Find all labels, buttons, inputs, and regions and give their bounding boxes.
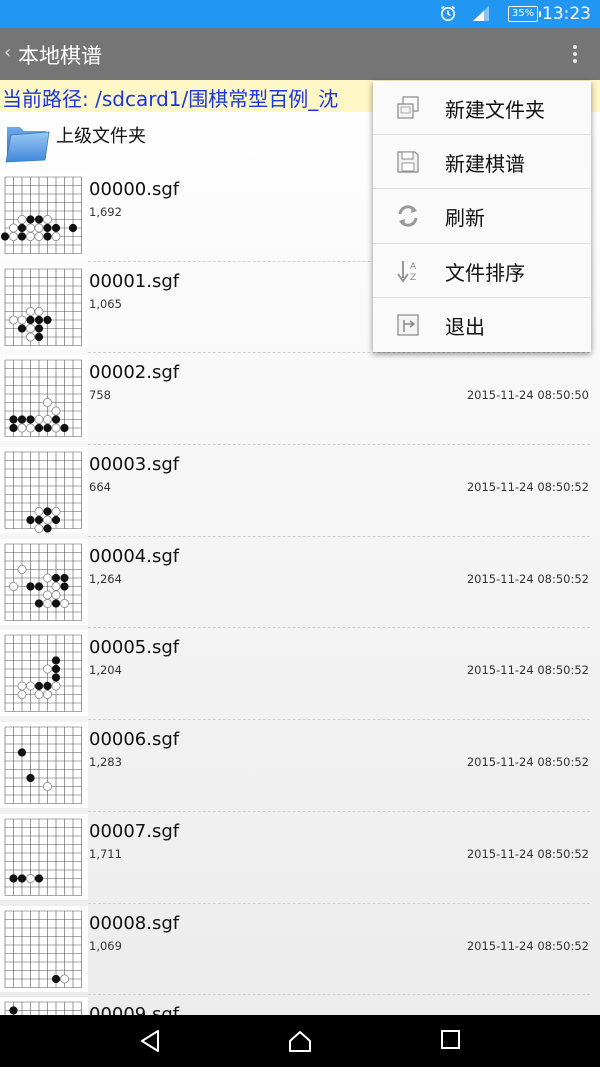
file-row[interactable]: 00009.sgf	[0, 995, 600, 1015]
file-size: 1,204	[89, 663, 122, 678]
menu-item-refresh[interactable]: 刷新	[373, 189, 591, 244]
go-board-thumbnail	[0, 813, 88, 900]
battery-icon: 35%	[508, 6, 541, 22]
go-board-thumbnail	[0, 263, 88, 350]
go-board-thumbnail	[0, 905, 88, 992]
file-name: 00000.sgf	[89, 179, 180, 200]
menu-item-sort[interactable]: AZ 文件排序	[373, 244, 591, 298]
file-name: 00003.sgf	[89, 454, 180, 476]
go-board-thumbnail	[0, 630, 88, 717]
current-path-text: 当前路径: /sdcard1/围棋常型百例_沈	[2, 87, 339, 111]
page-title[interactable]: 本地棋谱	[18, 40, 102, 70]
overflow-menu: 新建文件夹 新建棋谱 刷新 AZ 文件排序 退出	[373, 81, 591, 352]
file-size: 1,692	[89, 205, 122, 219]
menu-item-label: 退出	[445, 314, 485, 339]
menu-item-new-folder[interactable]: 新建文件夹	[373, 81, 591, 136]
status-time: 13:23	[542, 4, 591, 24]
chevron-left-icon[interactable]: ‹	[4, 42, 11, 63]
menu-item-label: 文件排序	[445, 260, 525, 285]
parent-folder-label: 上级文件夹	[56, 126, 146, 147]
menu-item-label: 新建棋谱	[445, 152, 525, 177]
menu-item-new-record[interactable]: 新建棋谱	[373, 135, 591, 190]
file-name: 00009.sgf	[89, 1004, 180, 1015]
status-bar: 35% 13:23	[0, 0, 600, 28]
back-triangle-icon[interactable]	[139, 1029, 161, 1057]
file-date: 2015-11-24 08:50:52	[466, 846, 589, 861]
file-row[interactable]: 00002.sgf 758 2015-11-24 08:50:50	[0, 353, 600, 446]
file-size: 1,264	[89, 571, 122, 586]
go-board-thumbnail	[0, 997, 88, 1015]
new-record-icon	[395, 149, 421, 175]
file-size: 1,065	[89, 296, 122, 311]
recents-icon[interactable]	[440, 1029, 462, 1055]
go-board-thumbnail	[0, 172, 88, 258]
file-row[interactable]: 00006.sgf 1,283 2015-11-24 08:50:52	[0, 720, 600, 812]
go-board-thumbnail	[0, 538, 88, 625]
file-name: 00002.sgf	[89, 362, 180, 384]
menu-item-exit[interactable]: 退出	[373, 298, 591, 352]
file-size: 664	[89, 480, 111, 495]
file-name: 00001.sgf	[89, 270, 180, 292]
svg-text:Z: Z	[410, 273, 416, 283]
go-board-thumbnail	[0, 447, 88, 534]
file-row[interactable]: 00004.sgf 1,264 2015-11-24 08:50:52	[0, 537, 600, 629]
refresh-icon	[395, 203, 421, 229]
file-size: 1,283	[89, 755, 122, 770]
navigation-bar	[0, 1015, 600, 1067]
menu-item-label: 刷新	[445, 206, 485, 231]
go-board-thumbnail	[0, 722, 88, 809]
new-folder-icon	[395, 95, 421, 121]
file-date: 2015-11-24 08:50:52	[466, 480, 589, 495]
app-bar: ‹ 本地棋谱	[0, 28, 600, 80]
file-name: 00006.sgf	[89, 729, 180, 751]
menu-item-label: 新建文件夹	[445, 98, 545, 122]
sort-icon: AZ	[395, 258, 421, 284]
file-row[interactable]: 00007.sgf 1,711 2015-11-24 08:50:52	[0, 812, 600, 904]
file-size: 758	[89, 388, 111, 403]
file-name: 00005.sgf	[89, 637, 180, 659]
file-row[interactable]: 00003.sgf 664 2015-11-24 08:50:52	[0, 445, 600, 537]
file-name: 00004.sgf	[89, 545, 180, 567]
go-board-thumbnail	[0, 355, 88, 442]
file-name: 00008.sgf	[89, 912, 180, 934]
file-date: 2015-11-24 08:50:50	[466, 388, 589, 403]
folder-icon	[4, 118, 50, 164]
file-date: 2015-11-24 08:50:52	[466, 571, 589, 586]
exit-icon	[395, 312, 421, 338]
file-date: 2015-11-24 08:50:52	[466, 663, 589, 678]
file-size: 1,711	[89, 846, 122, 861]
signal-icon	[472, 5, 490, 26]
file-name: 00007.sgf	[89, 820, 180, 842]
svg-text:A: A	[410, 262, 417, 272]
alarm-icon	[439, 4, 457, 26]
file-date: 2015-11-24 08:50:52	[466, 755, 589, 770]
more-vert-icon[interactable]	[572, 45, 578, 63]
file-row[interactable]: 00008.sgf 1,069 2015-11-24 08:50:52	[0, 904, 600, 996]
file-date: 2015-11-24 08:50:52	[466, 938, 589, 953]
file-row[interactable]: 00005.sgf 1,204 2015-11-24 08:50:52	[0, 628, 600, 721]
file-size: 1,069	[89, 938, 122, 953]
home-icon[interactable]	[288, 1029, 312, 1057]
